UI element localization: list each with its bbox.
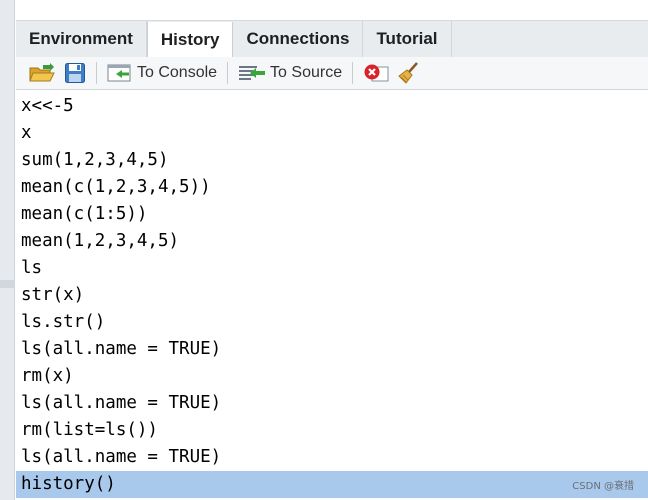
to-source-button[interactable]: To Source [234,59,346,87]
toolbar-separator [352,62,354,84]
pane-splitter-notch[interactable] [0,280,14,288]
history-entry[interactable]: str(x) [16,282,648,309]
to-console-icon [107,64,131,82]
pane-tabbar: Environment History Connections Tutorial [16,20,648,58]
history-entry[interactable]: ls(all.name = TRUE) [16,390,648,417]
broom-icon [398,62,419,84]
left-pane-edge [0,0,15,500]
tab-connections[interactable]: Connections [233,21,364,57]
to-console-button[interactable]: To Console [103,59,221,87]
toolbar-separator [96,62,97,84]
history-entry[interactable]: x<<-5 [16,93,648,120]
history-entry[interactable]: sum(1,2,3,4,5) [16,147,648,174]
to-console-label: To Console [137,64,218,81]
history-list[interactable]: x<<-5 x sum(1,2,3,4,5) mean(c(1,2,3,4,5)) me… [16,93,648,500]
tab-tutorial[interactable]: Tutorial [363,21,452,57]
open-folder-icon [29,63,55,82]
history-entry[interactable]: ls(all.name = TRUE) [16,336,648,363]
history-entry[interactable]: ls(all.name = TRUE) [16,444,648,471]
history-entry[interactable]: rm(x) [16,363,648,390]
history-pane: Environment History Connections Tutorial [16,0,648,500]
clear-history-button[interactable] [393,59,425,87]
history-entry[interactable]: ls.str() [16,309,648,336]
save-disk-icon [65,63,85,83]
watermark: CSDN @衰措 [572,481,634,492]
load-history-button[interactable] [24,59,60,87]
history-entry[interactable]: mean(1,2,3,4,5) [16,228,648,255]
history-entry[interactable]: x [16,120,648,147]
history-entry[interactable]: mean(c(1,2,3,4,5)) [16,174,648,201]
history-entry[interactable]: history() [16,471,648,498]
remove-entry-icon [364,64,389,82]
to-source-icon [239,66,266,80]
history-entry[interactable]: ls [16,255,648,282]
toolbar-separator [227,62,229,84]
remove-entries-button[interactable] [359,59,393,87]
save-history-button[interactable] [60,59,90,87]
history-entry[interactable]: mean(c(1:5)) [16,201,648,228]
tab-history[interactable]: History [146,22,234,58]
to-source-label: To Source [270,64,343,81]
history-toolbar: To Console To Source [16,57,648,90]
tab-environment[interactable]: Environment [16,21,147,57]
history-entry[interactable]: rm(list=ls()) [16,417,648,444]
